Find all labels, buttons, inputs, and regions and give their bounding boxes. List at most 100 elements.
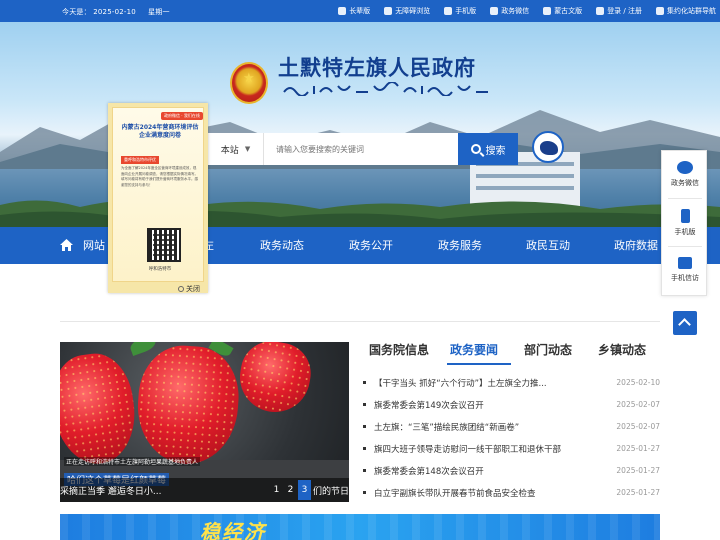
bullet-icon [363,425,366,428]
caret-down-icon: ▼ [244,145,251,153]
home-icon [60,239,73,251]
news-title[interactable]: 旗委常委会第149次会议召开 [374,399,484,411]
news-date: 2025-01-27 [616,488,660,497]
mobile-version-link[interactable]: 手机版 [444,6,476,16]
search-bar: 本站 ▼ 搜索 [208,133,518,165]
weekday: 星期一 [148,8,170,16]
wechat-link[interactable]: 政务微信 [490,6,529,16]
mongolian-version-link[interactable]: 蒙古文版 [543,6,582,16]
bullet-icon [363,403,366,406]
tab-department-news[interactable]: 部门动态 [524,341,572,358]
building-window-row [476,174,574,178]
carousel-dot-2[interactable]: 2 [284,480,297,500]
news-date: 2025-01-27 [616,466,660,475]
nav-interaction[interactable]: 政民互动 [526,227,570,264]
video-subtitle: 正在走访呼和浩特市土左旗阿勒坦果蔬基地负责人 [64,457,201,466]
search-icon [470,144,481,154]
user-icon [596,7,605,15]
news-item[interactable]: 旗委常委会第149次会议召开 2025-02-07 [360,395,660,417]
berry-seeds [234,342,316,418]
elder-icon [338,7,347,15]
carousel-caption-bar: 采摘正当季 邂逅冬日小... 1 2 3 们的节日 [60,478,349,502]
top-bar: 今天是： 2025-02-10 星期一 长辈版 无障碍浏览 手机版 政务微信 蒙… [0,0,720,22]
top-links: 长辈版 无障碍浏览 手机版 政务微信 蒙古文版 登录 / 注册 集约化站群导航 [324,0,720,22]
qr-caption: 呼和浩特市 [148,267,172,272]
wechat-icon [490,7,499,15]
news-date: 2025-02-10 [616,378,660,387]
news-title[interactable]: 土左旗：“三笔”描绘民族团结“新画卷” [374,421,519,433]
strawberry-leaf [128,342,158,357]
date-value: 2025-02-10 [93,8,136,16]
search-scope-select[interactable]: 本站 ▼ [208,133,264,165]
bullet-icon [363,447,366,450]
promo-banner[interactable]: 稳经济 [60,514,660,540]
bullet-icon [363,491,366,494]
news-title[interactable]: 白立宇副旗长带队开展春节前食品安全检查 [374,487,536,499]
carousel-dots: 1 2 3 们的节日 [269,478,349,502]
news-item[interactable]: 旗四大班子领导走访慰问一线干部职工和退休干部 2025-01-27 [360,439,660,461]
berry-seeds [60,348,142,470]
carousel-caption[interactable]: 采摘正当季 邂逅冬日小... [60,484,161,497]
float-wechat-label: 政务微信 [671,179,699,187]
news-item[interactable]: 【干字当头 抓好“六个行动”】土左旗全力推... 2025-02-10 [360,373,660,395]
nav-home[interactable]: 网站 [83,227,105,264]
popup-close-button[interactable]: 关闭 [178,284,200,294]
strawberry-image [234,342,316,418]
national-emblem: ★ [230,62,268,104]
date-label: 今天是： [62,8,91,16]
site-group-nav-link[interactable]: 集约化站群导航 [656,6,716,16]
news-item[interactable]: 土左旗：“三笔”描绘民族团结“新画卷” 2025-02-07 [360,417,660,439]
site-group-nav-label: 集约化站群导航 [667,7,716,15]
promo-pattern [60,514,660,540]
login-register-label: 登录 / 注册 [607,7,642,15]
news-carousel[interactable]: 正在走访呼和浩特市土左旗阿勒坦果蔬基地负责人 哈们这个草莓是红颜草莓 采摘正当季… [60,342,349,502]
search-scope-label: 本站 [220,145,239,156]
float-mobile-label: 手机版 [674,228,696,236]
wechat-icon [677,161,693,174]
active-tab-underline [447,363,511,365]
phone-icon [680,209,690,223]
news-date: 2025-02-07 [616,400,660,409]
news-title[interactable]: 旗四大班子领导走访慰问一线干部职工和退休干部 [374,443,561,455]
nav-news[interactable]: 政务动态 [260,227,304,264]
questionnaire-popup[interactable]: 政府微信 · 我们在线 内蒙古2024年营商环境评估企业满意度问卷 重呼和浩特市… [108,103,208,293]
mobile-version-label: 手机版 [455,7,477,15]
mongolian-script-title [283,82,488,96]
search-button[interactable]: 搜索 [458,133,518,165]
strawberry-image [134,342,242,468]
search-input[interactable] [264,133,458,165]
float-petition[interactable]: 手机信访 [662,257,708,283]
login-register-link[interactable]: 登录 / 注册 [596,6,642,16]
mongolian-label: 蒙古文版 [554,7,583,15]
poster-title: 内蒙古2024年营商环境评估企业满意度问卷 [121,124,199,139]
search-button-label: 搜索 [485,145,506,157]
elder-mode-link[interactable]: 长辈版 [338,6,370,16]
grid-icon [656,7,664,15]
carousel-dot-1[interactable]: 1 [270,480,283,500]
floating-sidebar: 政务微信 手机版 手机信访 [661,150,707,296]
nav-services[interactable]: 政务服务 [438,227,482,264]
float-wechat[interactable]: 政务微信 [662,161,708,188]
news-title[interactable]: 【干字当头 抓好“六个行动”】土左旗全力推... [374,377,547,389]
news-title[interactable]: 旗委常委会第148次会议召开 [374,465,484,477]
tab-township-news[interactable]: 乡镇动态 [598,341,646,358]
news-item[interactable]: 白立宇副旗长带队开展春节前食品安全检查 2025-01-27 [360,483,660,505]
tab-state-council[interactable]: 国务院信息 [369,341,429,358]
float-separator [668,246,702,247]
nav-data[interactable]: 政府数据 [614,227,658,264]
city-logo[interactable] [532,131,564,163]
promo-text: 稳经济 [200,520,266,540]
accessibility-label: 无障碍浏览 [395,7,431,15]
float-mobile[interactable]: 手机版 [662,209,708,237]
news-item[interactable]: 旗委常委会第148次会议召开 2025-01-27 [360,461,660,483]
questionnaire-poster[interactable]: 政府微信 · 我们在线 内蒙古2024年营商环境评估企业满意度问卷 重呼和浩特市… [112,107,204,282]
accessibility-icon [384,7,393,15]
star-icon: ★ [243,71,255,86]
tab-gov-news[interactable]: 政务要闻 [450,341,498,358]
nav-open-gov[interactable]: 政务公开 [349,227,393,264]
date-display: 今天是： 2025-02-10 星期一 [62,7,170,17]
accessibility-link[interactable]: 无障碍浏览 [384,6,430,16]
float-separator [668,198,702,199]
back-to-top-button[interactable] [673,311,697,335]
carousel-dot-3[interactable]: 3 [297,480,311,500]
